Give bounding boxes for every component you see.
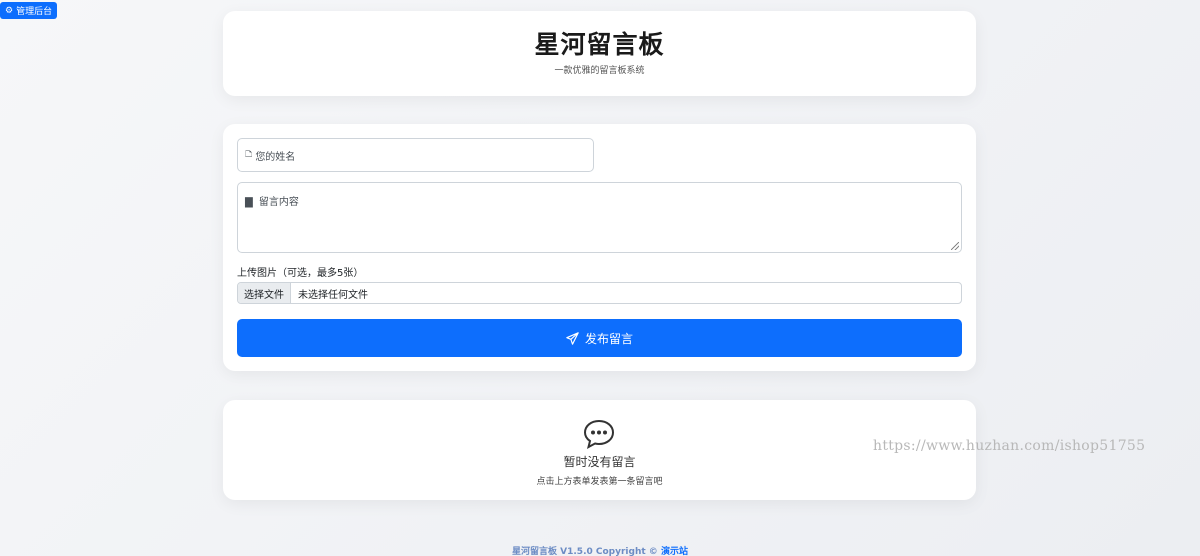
empty-title: 暂时没有留言 (563, 455, 636, 469)
demo-site-link[interactable]: 演示站 (661, 547, 688, 556)
choose-file-button[interactable]: 选择文件 (238, 283, 291, 303)
person-icon: 🗅 (245, 148, 253, 160)
gear-icon: ⚙ (5, 5, 14, 16)
submit-button[interactable]: 发布留言 (237, 319, 962, 357)
name-placeholder: 您的姓名 (255, 151, 296, 163)
message-form: 🗅 您的姓名 ▇ 留言内容 上传图片（可选，最多5张） 选择文件 未选择任何文件… (223, 124, 976, 371)
chat-icon: ▇ (245, 197, 253, 208)
watermark: https://www.huzhan.com/ishop51755 (873, 438, 1146, 454)
admin-button-label: 管理后台 (16, 7, 53, 17)
admin-button[interactable]: ⚙ 管理后台 (0, 2, 58, 19)
file-input[interactable]: 选择文件 未选择任何文件 (237, 282, 962, 304)
message-placeholder: 留言内容 (258, 197, 299, 208)
empty-state-card: 暂时没有留言 点击上方表单发表第一条留言吧 (223, 400, 976, 500)
submit-label: 发布留言 (584, 331, 633, 346)
message-textarea[interactable]: ▇ 留言内容 (237, 182, 962, 253)
site-subtitle: 一款优雅的留言板系统 (554, 66, 645, 76)
name-input[interactable]: 🗅 您的姓名 (237, 138, 594, 172)
footer: 星河留言板 V1.5.0 Copyright © 演示站 (0, 544, 1200, 556)
resize-handle[interactable] (951, 242, 959, 250)
file-status: 未选择任何文件 (298, 289, 368, 301)
empty-subtitle: 点击上方表单发表第一条留言吧 (536, 477, 663, 487)
footer-text: 星河留言板 V1.5.0 Copyright © (512, 547, 661, 556)
send-icon (566, 331, 579, 345)
upload-label: 上传图片（可选，最多5张） (237, 268, 364, 279)
header-card: 星河留言板 一款优雅的留言板系统 (223, 11, 976, 96)
site-title: 星河留言板 (534, 30, 665, 59)
chat-bubble-dots-icon (583, 419, 615, 449)
